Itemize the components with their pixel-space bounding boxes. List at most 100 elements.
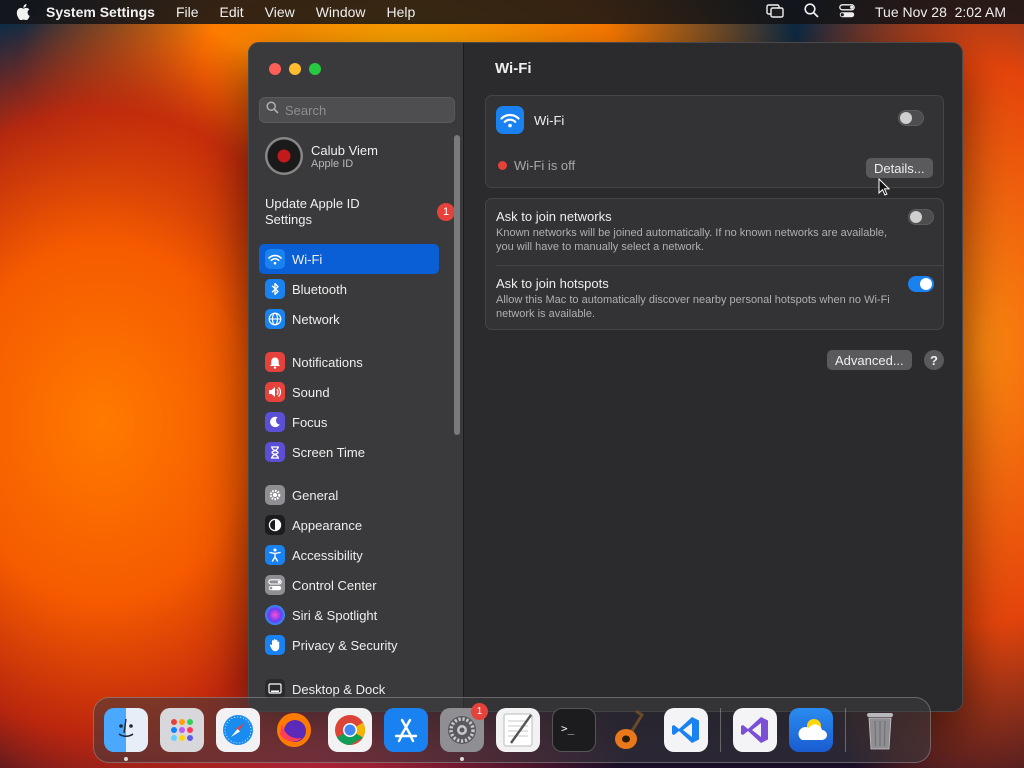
sidebar-item-appearance[interactable]: Appearance (259, 510, 439, 540)
zoom-window-button[interactable] (309, 63, 321, 75)
help-button[interactable]: ? (924, 350, 944, 370)
dock: 1 >_ (93, 697, 931, 763)
ask-join-networks-setting: Ask to join networks Known networks will… (496, 209, 896, 254)
minimize-window-button[interactable] (289, 63, 301, 75)
sidebar-item-label: Focus (292, 414, 328, 430)
launchpad-icon[interactable] (160, 708, 204, 752)
search-icon (266, 101, 279, 119)
update-badge: 1 (437, 203, 455, 221)
sidebar-item-label: Sound (292, 384, 330, 400)
sidebar-item-label: Privacy & Security (292, 637, 398, 653)
menu-view[interactable]: View (265, 4, 295, 20)
hourglass-icon (265, 442, 285, 462)
visual-studio-icon[interactable] (733, 708, 777, 752)
ask-join-hotspots-toggle[interactable] (908, 276, 934, 292)
running-indicator (460, 757, 464, 761)
menu-file[interactable]: File (176, 4, 199, 20)
sidebar-scrollbar[interactable] (454, 135, 460, 435)
sidebar-item-sound[interactable]: Sound (259, 377, 439, 407)
apple-menu-icon[interactable] (0, 4, 46, 20)
search-field[interactable] (259, 97, 455, 123)
sidebar-item-focus[interactable]: Focus (259, 407, 439, 437)
ask-join-hotspots-description: Allow this Mac to automatically discover… (496, 294, 890, 320)
terminal-icon[interactable]: >_ (552, 708, 596, 752)
menu-edit[interactable]: Edit (220, 4, 244, 20)
avatar (265, 137, 303, 175)
sidebar-item-bluetooth[interactable]: Bluetooth (259, 274, 439, 304)
globe-icon (265, 309, 285, 329)
app-store-icon[interactable] (384, 708, 428, 752)
control-center-menu-icon[interactable] (839, 3, 855, 21)
status-dot (498, 161, 507, 170)
speaker-icon (265, 382, 285, 402)
advanced-button[interactable]: Advanced... (827, 350, 912, 370)
update-apple-id-item[interactable]: Update Apple ID Settings 1 (265, 196, 455, 228)
svg-text:>_: >_ (561, 722, 575, 735)
textedit-icon[interactable] (496, 708, 540, 752)
sidebar-item-wifi[interactable]: Wi-Fi (259, 244, 439, 274)
weather-icon[interactable] (789, 708, 833, 752)
wifi-status-text: Wi-Fi is off (514, 158, 576, 173)
moon-icon (265, 412, 285, 432)
screen-mirroring-icon[interactable] (766, 3, 784, 21)
update-apple-id-label: Update Apple ID Settings (265, 196, 360, 227)
control-center-icon (265, 575, 285, 595)
sidebar-item-notifications[interactable]: Notifications (259, 347, 439, 377)
apple-id-account[interactable]: Calub Viem Apple ID (265, 137, 378, 175)
sidebar-item-label: Network (292, 311, 340, 327)
ask-join-networks-title: Ask to join networks (496, 209, 612, 224)
garageband-icon[interactable] (608, 708, 652, 752)
divider (496, 265, 943, 266)
menu-clock[interactable]: Tue Nov 28 2:02 AM (875, 4, 1006, 20)
sidebar-item-label: Siri & Spotlight (292, 607, 378, 623)
sidebar-item-label: General (292, 487, 339, 503)
sidebar-group-notifications: Notifications Sound Focus Screen Time (259, 347, 439, 467)
ask-join-hotspots-title: Ask to join hotspots (496, 276, 609, 291)
sidebar-group-system: General Appearance Accessibility Control… (259, 480, 439, 660)
gear-icon (265, 485, 285, 505)
user-subtitle: Apple ID (311, 157, 354, 170)
traffic-lights (269, 63, 321, 75)
desktop-icon (265, 679, 285, 699)
vscode-icon[interactable] (664, 708, 708, 752)
chrome-icon[interactable] (328, 708, 372, 752)
details-button[interactable]: Details... (866, 158, 933, 178)
search-input[interactable] (285, 102, 445, 118)
sidebar-item-label: Wi-Fi (292, 251, 323, 267)
close-window-button[interactable] (269, 63, 281, 75)
sidebar-item-control-center[interactable]: Control Center (259, 570, 439, 600)
trash-icon[interactable] (858, 708, 902, 752)
wifi-toggle[interactable] (898, 110, 924, 126)
sidebar-item-label: Notifications (292, 354, 363, 370)
appearance-icon (265, 515, 285, 535)
system-settings-window: Calub Viem Apple ID Update Apple ID Sett… (248, 42, 963, 712)
finder-icon[interactable] (104, 708, 148, 761)
sidebar-item-label: Desktop & Dock (292, 681, 386, 697)
notification-badge: 1 (471, 703, 488, 720)
sidebar-item-label: Control Center (292, 577, 377, 593)
sidebar-item-general[interactable]: General (259, 480, 439, 510)
spotlight-search-icon[interactable] (804, 3, 819, 21)
page-title: Wi-Fi (495, 60, 532, 77)
menu-bar: System Settings File Edit View Window He… (0, 0, 1024, 24)
firefox-icon[interactable] (272, 708, 316, 752)
sidebar-item-network[interactable]: Network (259, 304, 439, 334)
join-settings-card: Ask to join networks Known networks will… (485, 198, 944, 330)
system-settings-icon[interactable]: 1 (440, 703, 488, 761)
hand-icon (265, 635, 285, 655)
menu-app-name[interactable]: System Settings (46, 4, 155, 20)
ask-join-networks-description: Known networks will be joined automatica… (496, 227, 888, 253)
sidebar-item-label: Appearance (292, 517, 363, 533)
menu-help[interactable]: Help (387, 4, 416, 20)
sidebar-item-screen-time[interactable]: Screen Time (259, 437, 439, 467)
sidebar-item-privacy-security[interactable]: Privacy & Security (259, 630, 439, 660)
wifi-card: Wi-Fi Wi-Fi is off Details... (485, 95, 944, 188)
ask-join-networks-toggle[interactable] (908, 209, 934, 225)
menu-window[interactable]: Window (316, 4, 366, 20)
sidebar-item-siri-spotlight[interactable]: Siri & Spotlight (259, 600, 439, 630)
running-indicator (124, 757, 128, 761)
safari-icon[interactable] (216, 708, 260, 752)
siri-icon (265, 605, 285, 625)
sidebar-item-label: Accessibility (292, 547, 363, 563)
sidebar-item-accessibility[interactable]: Accessibility (259, 540, 439, 570)
